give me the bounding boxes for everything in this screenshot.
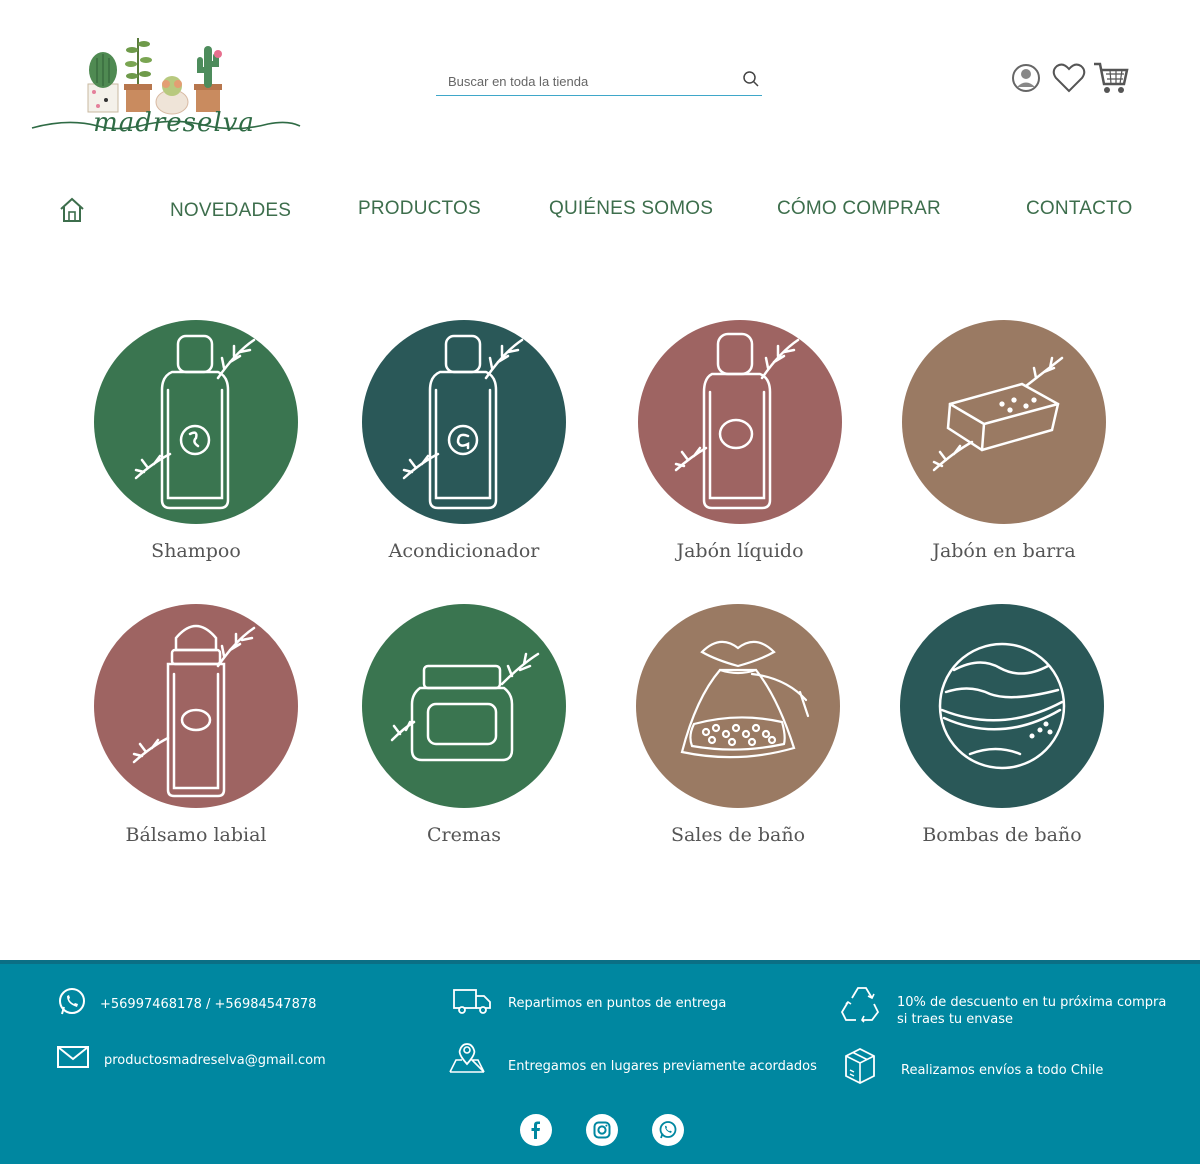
home-icon[interactable] xyxy=(58,196,86,224)
shopping-cart-icon[interactable] xyxy=(1092,60,1130,101)
nav-item-quienes-somos[interactable]: QUIÉNES SOMOS xyxy=(549,198,713,220)
category-label: Bombas de baño xyxy=(922,824,1082,846)
brand-wordmark: madreselva xyxy=(93,108,255,138)
bath-bomb-icon xyxy=(900,604,1104,808)
account-icon[interactable] xyxy=(1010,62,1042,99)
map-location-pin-icon xyxy=(448,1042,486,1079)
category-label: Jabón líquido xyxy=(676,540,804,562)
category-acondicionador[interactable]: Acondicionador xyxy=(344,320,584,590)
discount-line-2: si traes tu envase xyxy=(897,1012,1013,1027)
wishlist-heart-icon[interactable] xyxy=(1052,62,1086,99)
nav-item-como-comprar[interactable]: CÓMO COMPRAR xyxy=(777,198,941,220)
delivery-places-text: Entregamos en lugares previamente acorda… xyxy=(508,1059,817,1074)
category-label: Sales de baño xyxy=(670,824,806,846)
category-label: Acondicionador xyxy=(388,540,540,562)
category-label: Cremas xyxy=(427,824,501,846)
instagram-icon[interactable] xyxy=(586,1114,618,1146)
soap-bar-icon xyxy=(902,320,1106,524)
whatsapp-icon xyxy=(56,986,88,1023)
main-navigation: NOVEDADES PRODUCTOS QUIÉNES SOMOS CÓMO C… xyxy=(0,190,1200,230)
search-bar xyxy=(436,64,762,96)
delivery-truck-icon xyxy=(452,984,492,1021)
contact-phone: +56997468178 / +56984547878 xyxy=(100,997,317,1012)
nav-item-contacto[interactable]: CONTACTO xyxy=(1026,198,1132,220)
category-shampoo[interactable]: Shampoo xyxy=(76,320,316,590)
bath-salts-bag-icon xyxy=(636,604,840,808)
recycle-icon xyxy=(838,984,882,1029)
liquid-soap-bottle-icon xyxy=(638,320,842,524)
search-input[interactable] xyxy=(448,70,728,92)
category-balsamo-labial[interactable]: Bálsamo labial xyxy=(76,604,316,874)
discount-line-1: 10% de descuento en tu próxima compra xyxy=(897,995,1167,1010)
conditioner-bottle-icon xyxy=(362,320,566,524)
shampoo-bottle-icon xyxy=(94,320,298,524)
lip-balm-icon xyxy=(94,604,298,808)
whatsapp-social-icon[interactable] xyxy=(652,1114,684,1146)
shipping-text: Realizamos envíos a todo Chile xyxy=(901,1063,1104,1078)
category-jabon-liquido[interactable]: Jabón líquido xyxy=(620,320,860,590)
category-bombas-de-bano[interactable]: Bombas de baño xyxy=(882,604,1122,874)
category-label: Bálsamo labial xyxy=(125,824,267,846)
cream-jar-icon xyxy=(362,604,566,808)
category-label: Jabón en barra xyxy=(932,540,1076,562)
contact-email[interactable]: productosmadreselva@gmail.com xyxy=(104,1052,326,1069)
nav-item-novedades[interactable]: NOVEDADES xyxy=(170,200,291,222)
category-cremas[interactable]: Cremas xyxy=(344,604,584,874)
nav-item-productos[interactable]: PRODUCTOS xyxy=(358,198,481,220)
brand-logo[interactable]: madreselva xyxy=(28,28,308,148)
delivery-points-text: Repartimos en puntos de entrega xyxy=(508,996,727,1011)
email-envelope-icon xyxy=(56,1044,90,1075)
facebook-icon[interactable] xyxy=(520,1114,552,1146)
search-icon[interactable] xyxy=(742,70,760,88)
category-jabon-en-barra[interactable]: Jabón en barra xyxy=(884,320,1124,590)
discount-text: 10% de descuento en tu próxima compra si… xyxy=(897,994,1166,1028)
category-label: Shampoo xyxy=(151,540,241,562)
shipping-box-icon xyxy=(842,1046,878,1091)
category-sales-de-bano[interactable]: Sales de baño xyxy=(618,604,858,874)
